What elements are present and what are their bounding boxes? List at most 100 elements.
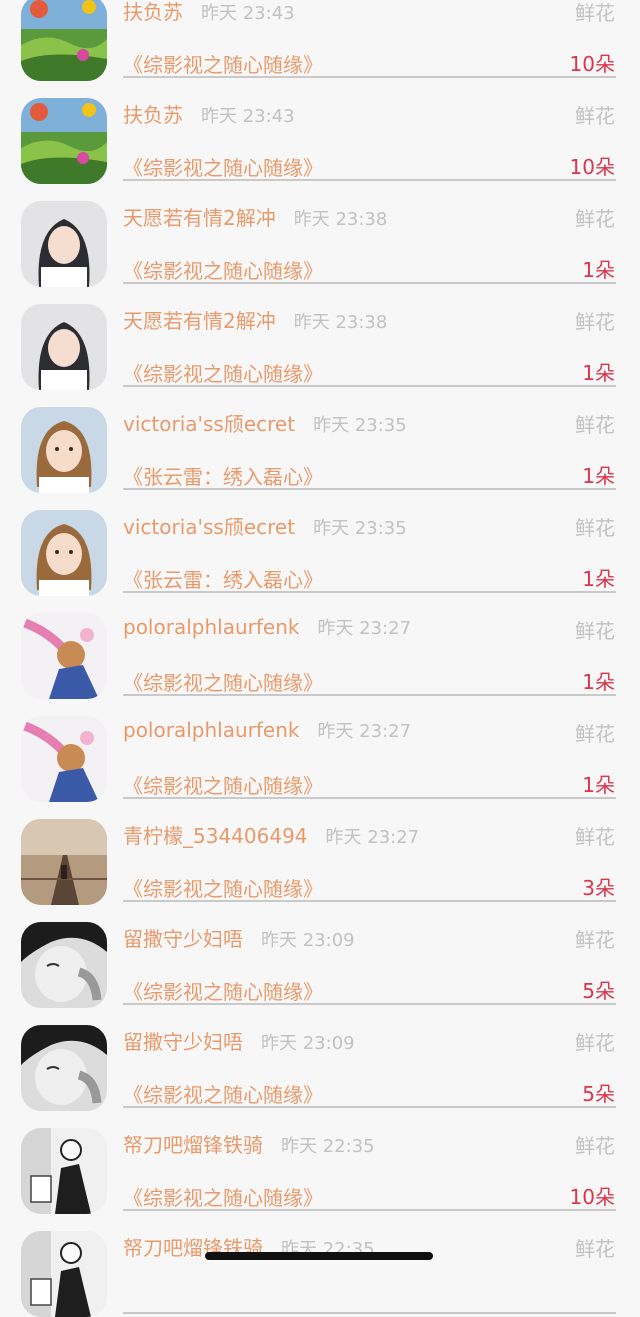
book-title-link[interactable]: 《综影视之随心随缘》 [123, 770, 323, 799]
book-title-link[interactable]: 《综影视之随心随缘》 [123, 49, 323, 78]
gift-type: 鲜花 [575, 207, 615, 231]
gift-record-row[interactable]: 扶负苏 昨天 23:43 鲜花《综影视之随心随缘》 10朵 [0, 79, 640, 184]
home-indicator [205, 1252, 433, 1260]
timestamp: 昨天 23:09 [261, 1033, 355, 1054]
gift-type: 鲜花 [575, 1237, 615, 1261]
user-avatar[interactable] [21, 1128, 107, 1214]
timestamp: 昨天 22:35 [281, 1136, 375, 1157]
gift-record-row[interactable]: 青柠檬_534406494 昨天 23:27 鲜花《综影视之随心随缘》 3朵 [0, 800, 640, 905]
gift-type: 鲜花 [575, 104, 615, 128]
gift-record-row[interactable]: 帑刀吧熘锋铁骑 昨天 22:35 鲜花 [0, 1212, 640, 1317]
gift-type: 鲜花 [575, 619, 615, 643]
sender-name[interactable]: 留撒守少妇唔 昨天 23:09 [123, 923, 355, 952]
sender-name[interactable]: 青柠檬_534406494 昨天 23:27 [123, 820, 419, 849]
gift-type: 鲜花 [575, 1031, 615, 1055]
gift-type: 鲜花 [575, 413, 615, 437]
sender-name[interactable]: victoria'ss颀ecret 昨天 23:35 [123, 408, 407, 437]
gift-count: 10朵 [569, 52, 615, 76]
book-title-link[interactable]: 《综影视之随心随缘》 [123, 1182, 323, 1211]
timestamp: 昨天 23:35 [313, 518, 407, 539]
row-divider [123, 1209, 616, 1211]
gift-type: 鲜花 [575, 825, 615, 849]
user-avatar[interactable] [21, 1025, 107, 1111]
timestamp: 昨天 23:09 [261, 930, 355, 951]
gift-record-row[interactable]: poloralphlaurfenk 昨天 23:27 鲜花 《综影视之随心随缘》 1朵 [0, 697, 640, 802]
row-divider [123, 385, 616, 387]
sender-name-label: victoria'ss颀ecret [123, 515, 296, 539]
row-divider [123, 1106, 616, 1108]
gift-record-row[interactable]: 帑刀吧熘锋铁骑 昨天 22:35 鲜花《综影视之随心随缘》 10朵 [0, 1109, 640, 1214]
gift-record-row[interactable]: 扶负苏 昨天 23:43 鲜花《综影视之随心随缘》 10朵 [0, 0, 640, 81]
gift-count: 5朵 [582, 979, 615, 1003]
book-title-link[interactable]: 《综影视之随心随缘》 [123, 358, 323, 387]
gift-count: 1朵 [582, 567, 615, 591]
timestamp: 昨天 23:35 [313, 415, 407, 436]
gift-record-row[interactable]: 天愿若有情2解冲 昨天 23:38 鲜花《综影视之随心随缘》 1朵 [0, 182, 640, 287]
sender-name-label: 青柠檬_534406494 [123, 824, 308, 848]
user-avatar[interactable] [21, 510, 107, 596]
row-divider [123, 1003, 616, 1005]
gift-count: 10朵 [569, 155, 615, 179]
row-divider [123, 1312, 616, 1314]
user-avatar[interactable] [21, 407, 107, 493]
sender-name[interactable]: victoria'ss颀ecret 昨天 23:35 [123, 511, 407, 540]
gift-record-row[interactable]: 天愿若有情2解冲 昨天 23:38 鲜花《综影视之随心随缘》 1朵 [0, 285, 640, 390]
sender-name-label: 留撒守少妇唔 [123, 1030, 243, 1054]
row-divider [123, 591, 616, 593]
sender-name[interactable]: 留撒守少妇唔 昨天 23:09 [123, 1026, 355, 1055]
sender-name[interactable]: poloralphlaurfenk 昨天 23:27 [123, 717, 411, 743]
sender-name[interactable]: 天愿若有情2解冲 昨天 23:38 [123, 202, 387, 231]
gift-record-row[interactable]: victoria'ss颀ecret 昨天 23:35 鲜花 《张云雷：绣入磊心》 1朵 [0, 388, 640, 493]
row-divider [123, 694, 616, 696]
gift-type: 鲜花 [575, 516, 615, 540]
user-avatar[interactable] [21, 819, 107, 905]
gift-count: 3朵 [582, 876, 615, 900]
user-avatar[interactable] [21, 0, 107, 81]
gift-type: 鲜花 [575, 1, 615, 25]
gift-count: 1朵 [582, 361, 615, 385]
sender-name-label: 天愿若有情2解冲 [123, 309, 276, 333]
sender-name[interactable]: 扶负苏 昨天 23:43 [123, 99, 295, 128]
gift-record-row[interactable]: victoria'ss颀ecret 昨天 23:35 鲜花《张云雷：绣入磊心》 1朵 [0, 491, 640, 596]
book-title-link[interactable]: 《综影视之随心随缘》 [123, 255, 323, 284]
sender-name[interactable]: 帑刀吧熘锋铁骑 昨天 22:35 [123, 1129, 375, 1158]
book-title-link[interactable]: 《张云雷：绣入磊心》 [123, 461, 323, 490]
timestamp: 昨天 23:27 [317, 618, 412, 639]
book-title-link[interactable]: 《综影视之随心随缘》 [123, 1079, 323, 1108]
row-divider [123, 900, 616, 902]
row-divider [123, 179, 616, 181]
timestamp: 昨天 23:27 [317, 721, 412, 742]
timestamp: 昨天 23:43 [201, 3, 295, 24]
user-avatar[interactable] [21, 922, 107, 1008]
gift-record-row[interactable]: 留撒守少妇唔 昨天 23:09 鲜花《综影视之随心随缘》 5朵 [0, 903, 640, 1008]
sender-name-label: 帑刀吧熘锋铁骑 [123, 1133, 263, 1157]
row-divider [123, 797, 616, 799]
user-avatar[interactable] [21, 98, 107, 184]
book-title-link[interactable]: 《综影视之随心随缘》 [123, 152, 323, 181]
gift-record-list: 扶负苏 昨天 23:43 鲜花 《综影视之随心随缘》 10朵 扶负苏 昨天 23:43 鲜花《… [0, 0, 640, 1317]
gift-type: 鲜花 [575, 310, 615, 334]
book-title-link[interactable]: 《综影视之随心随缘》 [123, 667, 323, 696]
gift-count: 10朵 [569, 1185, 615, 1209]
gift-record-row[interactable]: poloralphlaurfenk 昨天 23:27 鲜花《综影视之随心随缘》 1朵 [0, 594, 640, 699]
gift-count: 1朵 [582, 670, 615, 694]
user-avatar[interactable] [21, 1231, 107, 1317]
row-divider [123, 76, 616, 78]
sender-name-label: 扶负苏 [123, 0, 183, 24]
gift-count: 1朵 [582, 258, 615, 282]
user-avatar[interactable] [21, 304, 107, 390]
sender-name[interactable]: 天愿若有情2解冲 昨天 23:38 [123, 305, 387, 334]
book-title-link[interactable]: 《综影视之随心随缘》 [123, 873, 323, 902]
sender-name-label: victoria'ss颀ecret [123, 412, 296, 436]
sender-name[interactable]: 扶负苏 昨天 23:43 [123, 0, 295, 25]
gift-type: 鲜花 [575, 1134, 615, 1158]
gift-type: 鲜花 [575, 928, 615, 952]
book-title-link[interactable]: 《综影视之随心随缘》 [123, 976, 323, 1005]
gift-type: 鲜花 [575, 722, 615, 746]
user-avatar[interactable] [21, 613, 107, 699]
gift-record-row[interactable]: 留撒守少妇唔 昨天 23:09 鲜花 《综影视之随心随缘》 5朵 [0, 1006, 640, 1111]
book-title-link[interactable]: 《张云雷：绣入磊心》 [123, 564, 323, 593]
user-avatar[interactable] [21, 716, 107, 802]
user-avatar[interactable] [21, 201, 107, 287]
sender-name[interactable]: poloralphlaurfenk 昨天 23:27 [123, 614, 411, 640]
